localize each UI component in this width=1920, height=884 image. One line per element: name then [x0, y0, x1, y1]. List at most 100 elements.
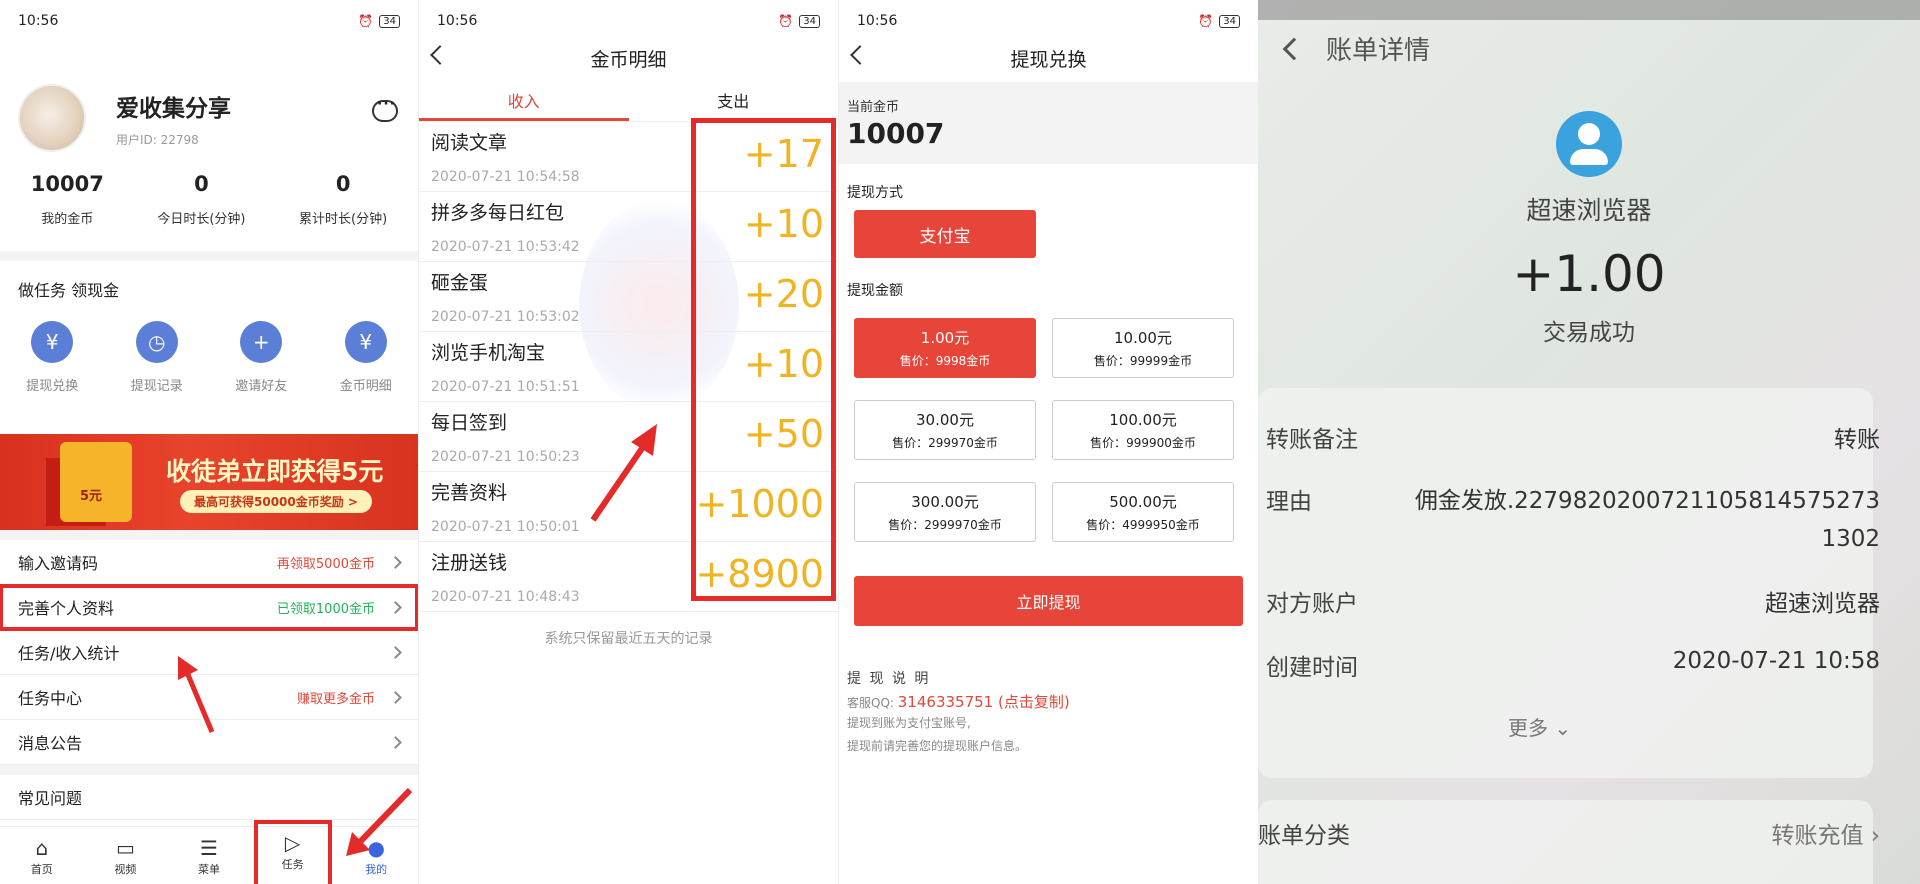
row-remark: 转账备注 转账 — [1266, 420, 1880, 454]
page-title: 账单详情 — [1326, 36, 1431, 66]
amount-option[interactable]: 300.00元 售价：2999970金币 — [854, 482, 1036, 542]
tab-expense[interactable]: 支出 — [629, 84, 839, 121]
stat-label: 我的金币 — [41, 212, 94, 227]
quick-invite[interactable]: + 邀请好友 — [211, 321, 311, 394]
amount-option[interactable]: 100.00元售价：999900金币 — [1052, 400, 1234, 460]
menu-task-center[interactable]: 任务中心 赚取更多金币 — [0, 675, 418, 720]
chevron-right-icon — [389, 735, 402, 749]
income-expense-tabs: 收入 支出 — [419, 84, 838, 122]
menu-stats[interactable]: 任务/收入统计 — [0, 630, 418, 675]
menu-complete-profile[interactable]: 完善个人资料 已领取1000金币 — [0, 584, 418, 631]
menu-label: 常见问题 — [18, 789, 83, 808]
method-label: 提现方式 — [847, 185, 903, 201]
payment-summary: 超速浏览器 +1.00 交易成功 — [1258, 111, 1920, 347]
bill-detail-panel: 账单详情 超速浏览器 +1.00 交易成功 转账备注 转账 理由 佣金发放.2279… — [1258, 0, 1920, 884]
video-icon: ▭ — [115, 835, 135, 860]
amount-option[interactable]: 10.00元 售价：99999金币 — [1052, 318, 1234, 378]
amount-label: 提现金额 — [847, 283, 903, 299]
status-icons: ⏰ 34 — [1198, 14, 1240, 28]
stat-today[interactable]: 0 今日时长(分钟) — [157, 172, 245, 227]
menu-label: 任务/收入统计 — [18, 644, 120, 663]
tab-tasks[interactable]: ▷ 任务 — [253, 819, 332, 884]
tab-home[interactable]: ⌂ 首页 — [7, 835, 77, 877]
option-price: 售价：299970金币 — [892, 436, 998, 450]
instr-line: 提现到账为支付宝账号, — [847, 716, 971, 730]
profile-header: 爱收集分享 用户ID: 22798 — [0, 42, 418, 172]
quick-label: 提现兑换 — [26, 379, 79, 394]
withdraw-button[interactable]: 立即提现 — [854, 576, 1243, 626]
avatar[interactable] — [18, 84, 86, 152]
chevron-right-icon — [389, 600, 402, 614]
amount: +1.00 — [1512, 245, 1666, 303]
row-key: 创建时间 — [1266, 655, 1358, 681]
amount-option[interactable]: 30.00元 售价：299970金币 — [854, 400, 1036, 460]
amount-options: 1.00元 售价：9998金币 10.00元 售价：99999金币 30.00元 售价：2… — [839, 308, 1258, 552]
menu-label: 消息公告 — [18, 734, 83, 753]
quick-records[interactable]: ◷ 提现记录 — [107, 321, 207, 394]
coin-icon: ¥ — [344, 321, 387, 363]
back-icon[interactable] — [850, 45, 870, 65]
amount-option[interactable]: 1.00元 售价：9998金币 — [854, 318, 1036, 378]
current-label: 当前金币 — [847, 100, 900, 115]
current-coins: 当前金币 10007 — [839, 82, 1258, 164]
message-icon[interactable] — [372, 96, 398, 122]
promo-banner[interactable]: 5元 收徒弟立即获得5元 最高可获得50000金币奖励 > — [0, 434, 418, 530]
clock-icon: ◷ — [135, 321, 178, 363]
tab-income[interactable]: 收入 — [419, 84, 629, 121]
row-value: 佣金发放.22798202007211058145752731302 — [1414, 488, 1880, 552]
back-icon[interactable] — [430, 45, 450, 65]
option-price: 售价：2999970金币 — [888, 518, 1002, 532]
divider — [0, 251, 418, 261]
status-bar — [1258, 0, 1920, 20]
tab-label: 我的 — [365, 862, 388, 876]
row-key: 转账备注 — [1266, 427, 1358, 453]
stat-coins[interactable]: 10007 我的金币 — [31, 172, 104, 227]
tab-video[interactable]: ▭ 视频 — [90, 835, 160, 877]
menu-hint: 再领取5000金币 — [276, 556, 375, 572]
payee-avatar-icon — [1556, 111, 1622, 177]
row-category[interactable]: 账单分类 转账充值 › — [1258, 816, 1880, 850]
status-bar: 10:56 ⏰ 34 — [839, 0, 1258, 42]
option-amount: 100.00元 — [1109, 411, 1177, 429]
tab-menu[interactable]: ☰ 菜单 — [174, 835, 244, 877]
menu-faq[interactable]: 常见问题 — [0, 775, 418, 820]
current-value: 10007 — [847, 117, 945, 150]
stat-label: 累计时长(分钟) — [299, 212, 388, 227]
more-toggle[interactable]: 更多 ⌄ — [1508, 712, 1571, 741]
battery-icon: 34 — [1219, 14, 1240, 28]
menu-notices[interactable]: 消息公告 — [0, 720, 418, 765]
alipay-button[interactable]: 支付宝 — [854, 210, 1036, 258]
menu-hint: 已领取1000金币 — [276, 601, 375, 617]
menu-label: 输入邀请码 — [18, 554, 99, 573]
tab-label: 首页 — [30, 862, 53, 876]
quick-actions: ¥ 提现兑换 ◷ 提现记录 + 邀请好友 ¥ 金币明细 — [0, 311, 418, 412]
alarm-icon: ⏰ — [1198, 14, 1214, 28]
back-icon[interactable] — [1282, 37, 1306, 60]
instr-title: 提 现 说 明 — [847, 671, 931, 687]
amount-option[interactable]: 500.00元 售价：4999950金币 — [1052, 482, 1234, 542]
quick-withdraw[interactable]: ¥ 提现兑换 — [2, 321, 102, 394]
stat-total[interactable]: 0 累计时长(分钟) — [299, 172, 387, 227]
quick-coin-detail[interactable]: ¥ 金币明细 — [316, 321, 416, 394]
chevron-right-icon — [389, 645, 402, 659]
withdraw-panel: 10:56 ⏰ 34 提现兑换 当前金币 10007 提现方式 支付宝 提现金额 … — [838, 0, 1258, 884]
red-envelope-icon: 5元 — [60, 442, 132, 522]
row-key: 账单分类 — [1258, 823, 1350, 849]
chevron-right-icon: › — [1870, 823, 1880, 849]
tab-mine[interactable]: ● 我的 — [341, 835, 411, 877]
username: 爱收集分享 — [116, 95, 231, 122]
row-created: 创建时间 2020-07-21 10:58 — [1266, 648, 1880, 682]
qq-copy-link[interactable]: 3146335751 (点击复制) — [898, 693, 1070, 711]
coin-detail-panel: 10:56 ⏰ 34 金币明细 收入 支出 阅读文章 2020-07-21 10:5… — [418, 0, 838, 884]
home-icon: ⌂ — [35, 835, 49, 860]
status-time: 10:56 — [437, 13, 478, 29]
highlight-box — [691, 118, 836, 601]
stat-value: 0 — [335, 172, 351, 196]
stat-value: 10007 — [30, 172, 104, 196]
withdraw-instructions: 提 现 说 明 客服QQ: 3146335751 (点击复制) 提现到账为支付宝… — [839, 626, 1258, 761]
option-amount: 1.00元 — [920, 329, 970, 347]
row-key: 对方账户 — [1266, 591, 1358, 617]
option-price: 售价：999900金币 — [1090, 436, 1196, 450]
status-time: 10:56 — [857, 13, 898, 29]
menu-invite-code[interactable]: 输入邀请码 再领取5000金币 — [0, 540, 418, 585]
